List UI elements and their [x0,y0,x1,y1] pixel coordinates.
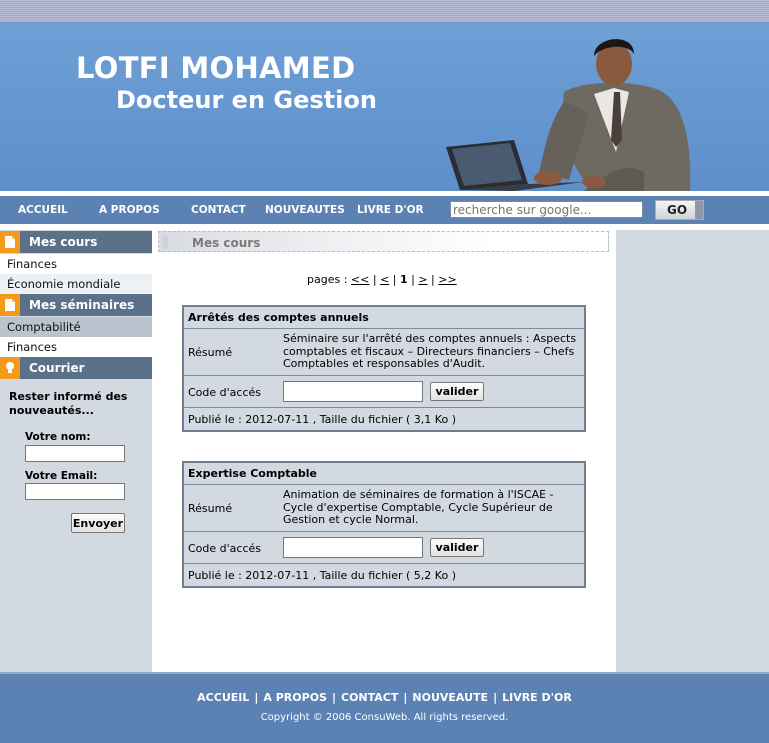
pagination-last[interactable]: >> [438,273,456,286]
copyright: Copyright © 2006 ConsuWeb. All rights re… [260,712,509,723]
sidebar-item-economie-mondiale[interactable]: Économie mondiale [0,274,152,294]
sidebar-header-mail: Courrier [0,357,152,379]
pagination-next[interactable]: > [418,273,427,286]
pagination-current: 1 [399,273,408,286]
nav-accueil[interactable]: ACCUEIL [18,204,68,216]
top-strip [0,0,769,22]
footer-separator: | [493,691,498,704]
nav-livre-dor[interactable]: LIVRE D'OR [357,204,424,216]
card-access-row: Code d'accés valider [184,532,584,564]
sidebar-item-seminar-finances[interactable]: Finances [0,337,152,357]
sidebar-header-courses: Mes cours [0,231,152,253]
course-card: Arrêtés des comptes annuels Résumé Sémin… [182,305,586,432]
section-title-bar: Mes cours [158,231,609,252]
summary-text: Séminaire sur l'arrêté des comptes annue… [283,332,577,370]
published-info: Publié le : 2012-07-11 , Taille du fichi… [188,569,456,582]
footer-separator: | [403,691,408,704]
nav-a-propos[interactable]: A PROPOS [99,204,160,216]
card-title: Expertise Comptable [184,463,584,485]
document-icon [0,231,20,253]
published-info: Publié le : 2012-07-11 , Taille du fichi… [188,413,456,426]
footer-link-a-propos[interactable]: A PROPOS [263,691,327,704]
sidebar-header-seminars: Mes séminaires [0,294,152,316]
access-code-label: Code d'accés [188,386,261,399]
validate-button[interactable]: valider [430,538,484,557]
footer-link-contact[interactable]: CONTACT [341,691,398,704]
pagination: pages : << | < | 1 | > | >> [307,273,457,286]
pagination-first[interactable]: << [351,273,369,286]
summary-label: Résumé [188,502,233,515]
search-input[interactable] [450,201,643,218]
lightbulb-icon [0,357,20,379]
sidebar-header-label: Courrier [29,361,85,375]
access-code-label: Code d'accés [188,542,261,555]
summary-text: Animation de séminaires de formation à l… [283,488,554,526]
footer-separator: | [254,691,259,704]
name-label: Votre nom: [25,431,91,443]
email-label: Votre Email: [25,470,98,482]
portrait-photo [446,39,691,191]
site-owner-name: LOTFI MOHAMED [76,51,356,85]
newsletter-text: Rester informé des nouveautés... [9,390,128,417]
footer: ACCUEIL | A PROPOS | CONTACT | NOUVEAUTE | LIVRE… [0,672,769,743]
summary-label: Résumé [188,346,233,359]
access-code-input[interactable] [283,537,423,558]
card-summary-row: Résumé Séminaire sur l'arrêté des compte… [184,329,584,376]
footer-link-nouveaute[interactable]: NOUVEAUTE [412,691,488,704]
header-banner: LOTFI MOHAMED Docteur en Gestion [0,22,769,191]
sidebar-item-finances[interactable]: Finances [0,254,152,274]
pagination-prefix: pages : [307,273,348,286]
footer-links: ACCUEIL | A PROPOS | CONTACT | NOUVEAUTE | LIVRE… [0,691,769,704]
name-field[interactable] [25,445,125,462]
footer-link-accueil[interactable]: ACCUEIL [197,691,249,704]
top-navigation: ACCUEIL A PROPOS CONTACT NOUVEAUTES LIVR… [0,196,769,224]
right-column [616,230,769,672]
document-icon [0,294,20,316]
sidebar-header-label: Mes séminaires [29,298,135,312]
main-content [152,230,616,672]
go-button[interactable]: GO [655,200,704,220]
nav-contact[interactable]: CONTACT [191,204,246,216]
card-title: Arrêtés des comptes annuels [184,307,584,329]
card-summary-row: Résumé Animation de séminaires de format… [184,485,584,532]
footer-separator: | [331,691,336,704]
sidebar-header-label: Mes cours [29,235,98,249]
card-access-row: Code d'accés valider [184,376,584,408]
footer-link-livre-dor[interactable]: LIVRE D'OR [502,691,572,704]
nav-nouveautes[interactable]: NOUVEAUTES [265,204,345,216]
course-card: Expertise Comptable Résumé Animation de … [182,461,586,588]
access-code-input[interactable] [283,381,423,402]
email-field[interactable] [25,483,125,500]
sidebar-item-comptabilite[interactable]: Comptabilité [0,317,152,337]
section-title: Mes cours [192,236,261,250]
send-button[interactable]: Envoyer [71,513,125,533]
pagination-prev[interactable]: < [380,273,389,286]
validate-button[interactable]: valider [430,382,484,401]
site-subtitle: Docteur en Gestion [116,86,377,114]
